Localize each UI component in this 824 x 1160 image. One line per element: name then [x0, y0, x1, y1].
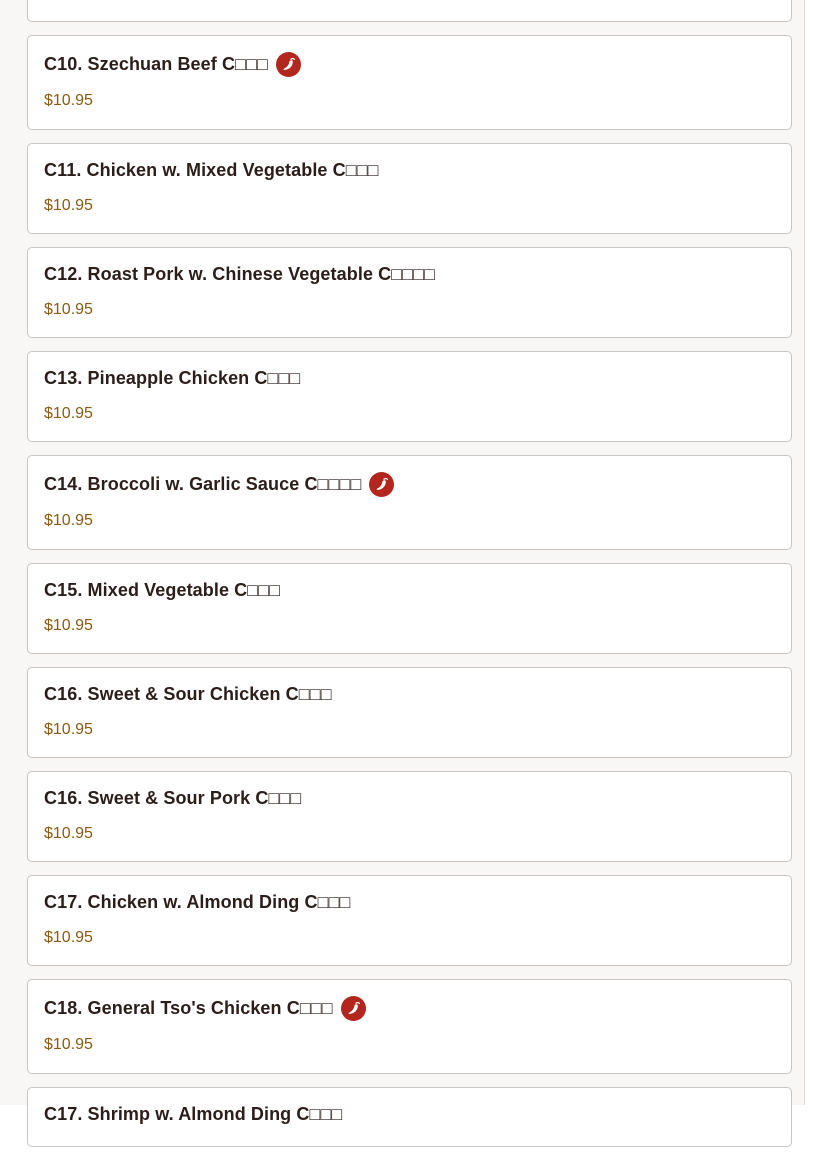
menu-item-card[interactable]: C15. Mixed Vegetable C□□□ $10.95 [27, 563, 792, 654]
menu-item-title-row: C10. Szechuan Beef C□□□ [44, 52, 301, 77]
menu-item-price: $10.95 [44, 929, 93, 946]
menu-item-title-row: C17. Chicken w. Almond Ding C□□□ [44, 892, 351, 913]
menu-item-card[interactable]: C16. Sweet & Sour Chicken C□□□ $10.95 [27, 667, 792, 758]
menu-item-price: $10.95 [44, 721, 93, 738]
menu-item-card[interactable]: C11. Chicken w. Mixed Vegetable C□□□ $10.… [27, 143, 792, 234]
menu-item-price: $10.95 [44, 197, 93, 214]
chili-pepper-icon [369, 472, 395, 497]
menu-item-title: C17. Chicken w. Almond Ding C□□□ [44, 892, 351, 912]
menu-item-card[interactable]: C14. Broccoli w. Garlic Sauce C□□□□ $10.9… [27, 455, 792, 550]
menu-item-title: C13. Pineapple Chicken C□□□ [44, 368, 301, 388]
menu-item-title: C10. Szechuan Beef C□□□ [44, 54, 268, 74]
menu-item-card[interactable]: C17. Chicken w. Almond Ding C□□□ $10.95 [27, 875, 792, 966]
chili-pepper-icon [275, 52, 301, 77]
menu-item-title-row: C14. Broccoli w. Garlic Sauce C□□□□ [44, 472, 395, 497]
menu-item-card[interactable]: C16. Sweet & Sour Pork C□□□ $10.95 [27, 771, 792, 862]
menu-item-card[interactable] [27, 0, 792, 22]
menu-item-title-row: C11. Chicken w. Mixed Vegetable C□□□ [44, 160, 379, 181]
menu-item-title: C16. Sweet & Sour Pork C□□□ [44, 788, 302, 808]
menu-item-card[interactable]: C10. Szechuan Beef C□□□ $10.95 [27, 35, 792, 130]
menu-item-price: $10.95 [44, 512, 93, 529]
menu-item-title-row: C12. Roast Pork w. Chinese Vegetable C□□… [44, 264, 435, 285]
menu-item-card[interactable]: C13. Pineapple Chicken C□□□ $10.95 [27, 351, 792, 442]
menu-item-price: $10.95 [44, 825, 93, 842]
menu-item-title: C14. Broccoli w. Garlic Sauce C□□□□ [44, 474, 362, 494]
menu-item-title-row: C16. Sweet & Sour Pork C□□□ [44, 788, 301, 809]
menu-item-price: $10.95 [44, 92, 93, 109]
menu-item-title: C18. General Tso's Chicken C□□□ [44, 998, 333, 1018]
menu-item-title-row: C13. Pineapple Chicken C□□□ [44, 368, 300, 389]
menu-item-title-row: C16. Sweet & Sour Chicken C□□□ [44, 684, 332, 705]
menu-item-title: C16. Sweet & Sour Chicken C□□□ [44, 684, 332, 704]
menu-item-title: C15. Mixed Vegetable C□□□ [44, 580, 281, 600]
menu-item-title: C11. Chicken w. Mixed Vegetable C□□□ [44, 160, 379, 180]
menu-item-title: C17. Shrimp w. Almond Ding C□□□ [44, 1104, 343, 1124]
menu-item-card[interactable]: C12. Roast Pork w. Chinese Vegetable C□□… [27, 247, 792, 338]
menu-item-title-row: C17. Shrimp w. Almond Ding C□□□ [44, 1104, 342, 1125]
menu-item-title: C12. Roast Pork w. Chinese Vegetable C□□… [44, 264, 436, 284]
menu-item-price: $10.95 [44, 301, 93, 318]
menu-item-list: C10. Szechuan Beef C□□□ $10.95 C11. Chicke… [27, 0, 792, 1160]
menu-item-card[interactable]: C18. General Tso's Chicken C□□□ $10.95 [27, 979, 792, 1074]
menu-item-card[interactable]: C17. Shrimp w. Almond Ding C□□□ [27, 1087, 792, 1147]
menu-item-price: $10.95 [44, 1036, 93, 1053]
menu-item-price: $10.95 [44, 405, 93, 422]
menu-item-title-row: C15. Mixed Vegetable C□□□ [44, 580, 280, 601]
menu-item-title-row: C18. General Tso's Chicken C□□□ [44, 996, 366, 1021]
chili-pepper-icon [340, 996, 366, 1021]
menu-item-price: $10.95 [44, 617, 93, 634]
